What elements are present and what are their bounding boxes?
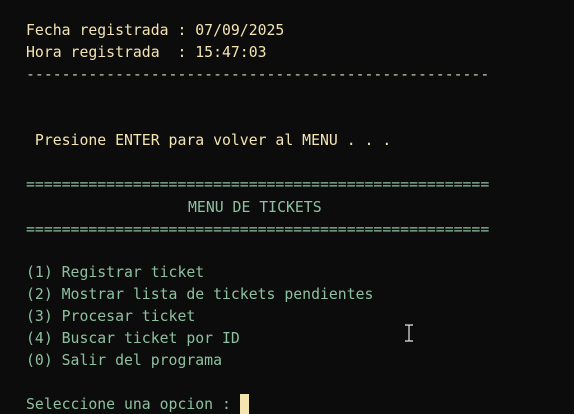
menu-border-top: ========================================… xyxy=(26,176,490,193)
menu-title: MENU DE TICKETS xyxy=(188,199,322,216)
date-line: Fecha registrada : 07/09/2025 xyxy=(26,22,285,39)
option-prompt-label: Seleccione una opcion : xyxy=(26,396,240,413)
menu-item-buscar: (4) Buscar ticket por ID xyxy=(26,330,240,347)
menu-item-procesar: (3) Procesar ticket xyxy=(26,308,196,325)
record-separator: ----------------------------------------… xyxy=(26,66,490,83)
return-to-menu-message: Presione ENTER para volver al MENU . . . xyxy=(26,132,392,149)
menu-border-bottom: ========================================… xyxy=(26,221,490,238)
menu-item-registrar: (1) Registrar ticket xyxy=(26,264,205,281)
text-cursor xyxy=(239,394,249,414)
terminal-window[interactable]: Fecha registrada : 07/09/2025 Hora regis… xyxy=(0,0,574,414)
i-beam-cursor-icon xyxy=(405,324,413,342)
menu-item-salir: (0) Salir del programa xyxy=(26,352,222,369)
time-line: Hora registrada : 15:47:03 xyxy=(26,44,267,61)
option-prompt-line[interactable]: Seleccione una opcion : xyxy=(26,394,249,414)
menu-item-mostrar: (2) Mostrar lista de tickets pendientes xyxy=(26,286,374,303)
